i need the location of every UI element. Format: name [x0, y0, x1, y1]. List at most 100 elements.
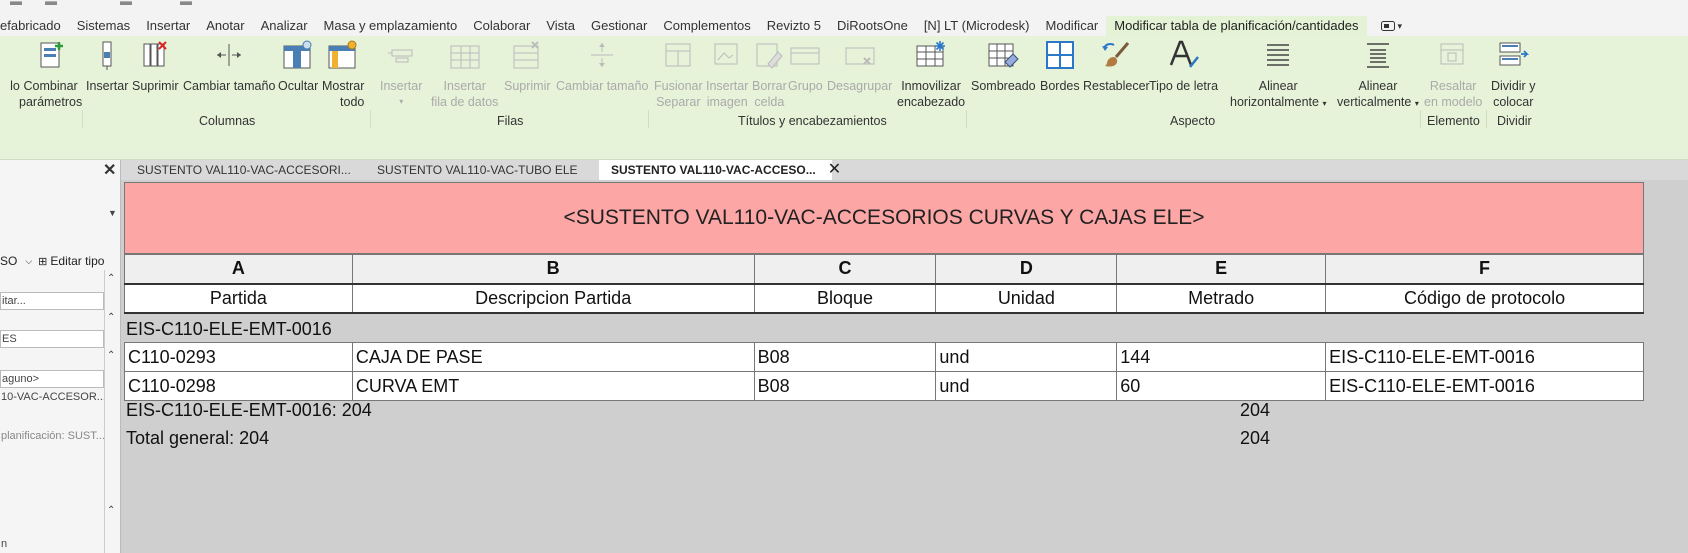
collapse-icon[interactable]: ⌃: [107, 505, 115, 516]
menu-complementos[interactable]: Complementos: [655, 16, 758, 36]
menu-lt-microdesk[interactable]: [N] LT (Microdesk): [916, 16, 1038, 36]
suprimir-columna-button[interactable]: Suprimir: [132, 38, 179, 94]
chevron-down-icon[interactable]: ▾: [1322, 99, 1326, 108]
menu-vista[interactable]: Vista: [538, 16, 583, 36]
menu-anotar[interactable]: Anotar: [198, 16, 252, 36]
cell-descripcion[interactable]: CURVA EMT: [351, 371, 755, 401]
restablecer-button[interactable]: Restablecer: [1083, 38, 1150, 94]
tab-sustento-accesorios[interactable]: SUSTENTO VAL110-VAC-ACCESORI...: [125, 160, 351, 180]
table-row[interactable]: C110-0298 CURVA EMT B08 und 60 EIS-C110-…: [124, 371, 1644, 401]
insertar-columna-button[interactable]: Insertar: [86, 38, 128, 94]
cell-unidad[interactable]: und: [935, 342, 1118, 372]
cambiar-tamano-columna-button[interactable]: Cambiar tamaño: [183, 38, 275, 94]
property-value[interactable]: [0, 488, 104, 506]
schedule-title[interactable]: <SUSTENTO VAL110-VAC-ACCESORIOS CURVAS Y…: [124, 182, 1644, 254]
collapse-icon[interactable]: ⌃: [107, 273, 115, 284]
column-header[interactable]: Código de protocolo: [1325, 282, 1644, 314]
cell-descripcion[interactable]: CAJA DE PASE: [351, 342, 755, 372]
property-value[interactable]: aguno>: [0, 370, 104, 388]
tipo-de-letra-button[interactable]: Tipo de letra: [1149, 38, 1218, 94]
insertar-imagen-button[interactable]: Insertar imagen: [706, 38, 748, 110]
sombreado-button[interactable]: Sombreado: [971, 38, 1036, 94]
column-header[interactable]: Bloque: [753, 282, 937, 314]
property-value[interactable]: [0, 464, 104, 482]
bordes-button[interactable]: Bordes: [1040, 38, 1080, 94]
column-letter[interactable]: A: [124, 254, 353, 284]
collapse-icon[interactable]: ⌃: [107, 350, 115, 361]
column-letter[interactable]: B: [351, 254, 755, 284]
column-letter[interactable]: C: [753, 254, 937, 284]
borrar-celda-button[interactable]: Borrar celda: [752, 38, 787, 110]
column-header[interactable]: Partida: [124, 282, 353, 314]
property-row[interactable]: aguno>: [0, 370, 121, 388]
property-row[interactable]: [0, 464, 121, 482]
property-value[interactable]: 10-VAC-ACCESOR...: [0, 389, 104, 407]
suprimir-fila-button[interactable]: Suprimir: [504, 38, 551, 94]
cell-codigo-protocolo[interactable]: EIS-C110-ELE-EMT-0016: [1325, 371, 1644, 401]
column-letter[interactable]: F: [1325, 254, 1644, 284]
cell-unidad[interactable]: und: [935, 371, 1118, 401]
tab-sustento-acceso-active[interactable]: SUSTENTO VAL110-VAC-ACCESO... ✕: [599, 160, 841, 180]
menu-masa-emplazamiento[interactable]: Masa y emplazamiento: [316, 16, 466, 36]
chevron-down-icon[interactable]: ⌵: [25, 256, 32, 267]
alinear-verticalmente-button[interactable]: Alinear verticalmente ▾: [1337, 38, 1419, 112]
combinar-parametros-button[interactable]: Combinar parámetros: [19, 38, 82, 110]
property-row[interactable]: n: [0, 536, 121, 553]
qa-icon[interactable]: ▬: [120, 0, 132, 8]
grand-total-label[interactable]: Total general: 204: [126, 428, 269, 449]
alinear-horizontalmente-button[interactable]: Alinear horizontalmente ▾: [1230, 38, 1326, 112]
close-icon[interactable]: ✕: [103, 160, 116, 180]
property-row[interactable]: ES: [0, 330, 121, 348]
column-header[interactable]: Metrado: [1116, 282, 1327, 314]
menu-revizto[interactable]: Revizto 5: [759, 16, 829, 36]
menu-sistemas[interactable]: Sistemas: [69, 16, 138, 36]
cell-metrado[interactable]: 144: [1116, 342, 1327, 372]
cell-partida[interactable]: C110-0298: [124, 371, 353, 401]
close-icon[interactable]: ✕: [828, 160, 841, 180]
table-row[interactable]: C110-0293 CAJA DE PASE B08 und 144 EIS-C…: [124, 342, 1644, 372]
cell-bloque[interactable]: B08: [753, 371, 937, 401]
column-letter[interactable]: E: [1116, 254, 1327, 284]
menu-diroots[interactable]: DiRootsOne: [829, 16, 916, 36]
qa-icon[interactable]: ▬: [180, 0, 192, 8]
property-row[interactable]: itar...: [0, 292, 121, 310]
menu-colaborar[interactable]: Colaborar: [465, 16, 538, 36]
property-value[interactable]: ES: [0, 330, 104, 348]
menu-analizar[interactable]: Analizar: [253, 16, 316, 36]
column-header[interactable]: Unidad: [935, 282, 1118, 314]
fusionar-separar-button[interactable]: Fusionar Separar: [654, 38, 703, 110]
group-footer-label[interactable]: EIS-C110-ELE-EMT-0016: 204: [126, 400, 372, 421]
cell-bloque[interactable]: B08: [753, 342, 937, 372]
chevron-down-icon[interactable]: ▼: [108, 208, 117, 218]
group-header[interactable]: EIS-C110-ELE-EMT-0016: [126, 319, 332, 340]
column-header[interactable]: Descripcion Partida: [351, 282, 755, 314]
qa-icon[interactable]: ▬: [10, 0, 22, 8]
property-row[interactable]: planificación: SUST...: [0, 428, 121, 446]
tab-sustento-tubo[interactable]: SUSTENTO VAL110-VAC-TUBO ELE: [365, 160, 578, 180]
property-value[interactable]: n: [0, 536, 104, 553]
mostrar-todo-button[interactable]: Mostrar todo: [322, 38, 364, 110]
type-selector[interactable]: SO ⌵ ⊞ Editar tipo: [0, 250, 121, 272]
menu-insertar[interactable]: Insertar: [138, 16, 198, 36]
cell-codigo-protocolo[interactable]: EIS-C110-ELE-EMT-0016: [1325, 342, 1644, 372]
cell-metrado[interactable]: 60: [1116, 371, 1327, 401]
resaltar-en-modelo-button[interactable]: Resaltar en modelo: [1424, 38, 1482, 110]
menu-modificar[interactable]: Modificar: [1038, 16, 1107, 36]
dividir-y-colocar-button[interactable]: Dividir y colocar: [1491, 38, 1535, 110]
inmovilizar-encabezado-button[interactable]: Inmovilizar encabezado: [897, 38, 965, 110]
menu-gestionar[interactable]: Gestionar: [583, 16, 655, 36]
grand-total-metrado[interactable]: 204: [1240, 428, 1270, 449]
property-value[interactable]: itar...: [0, 292, 104, 310]
property-row[interactable]: [0, 488, 121, 506]
menu-modificar-tabla[interactable]: Modificar tabla de planificación/cantida…: [1106, 16, 1367, 36]
insertar-fila-button[interactable]: Insertar ▾: [380, 38, 422, 110]
property-value[interactable]: planificación: SUST...: [0, 428, 104, 446]
chevron-down-icon[interactable]: ▾: [1415, 99, 1419, 108]
insertar-fila-datos-button[interactable]: Insertar fila de datos: [431, 38, 498, 110]
qa-icon[interactable]: ▬: [45, 0, 57, 8]
collapse-icon[interactable]: ⌃: [107, 312, 115, 323]
group-footer-metrado[interactable]: 204: [1240, 400, 1270, 421]
column-letter[interactable]: D: [935, 254, 1118, 284]
property-row[interactable]: 10-VAC-ACCESOR...: [0, 389, 121, 407]
cambiar-tamano-fila-button[interactable]: Cambiar tamaño: [556, 38, 648, 94]
